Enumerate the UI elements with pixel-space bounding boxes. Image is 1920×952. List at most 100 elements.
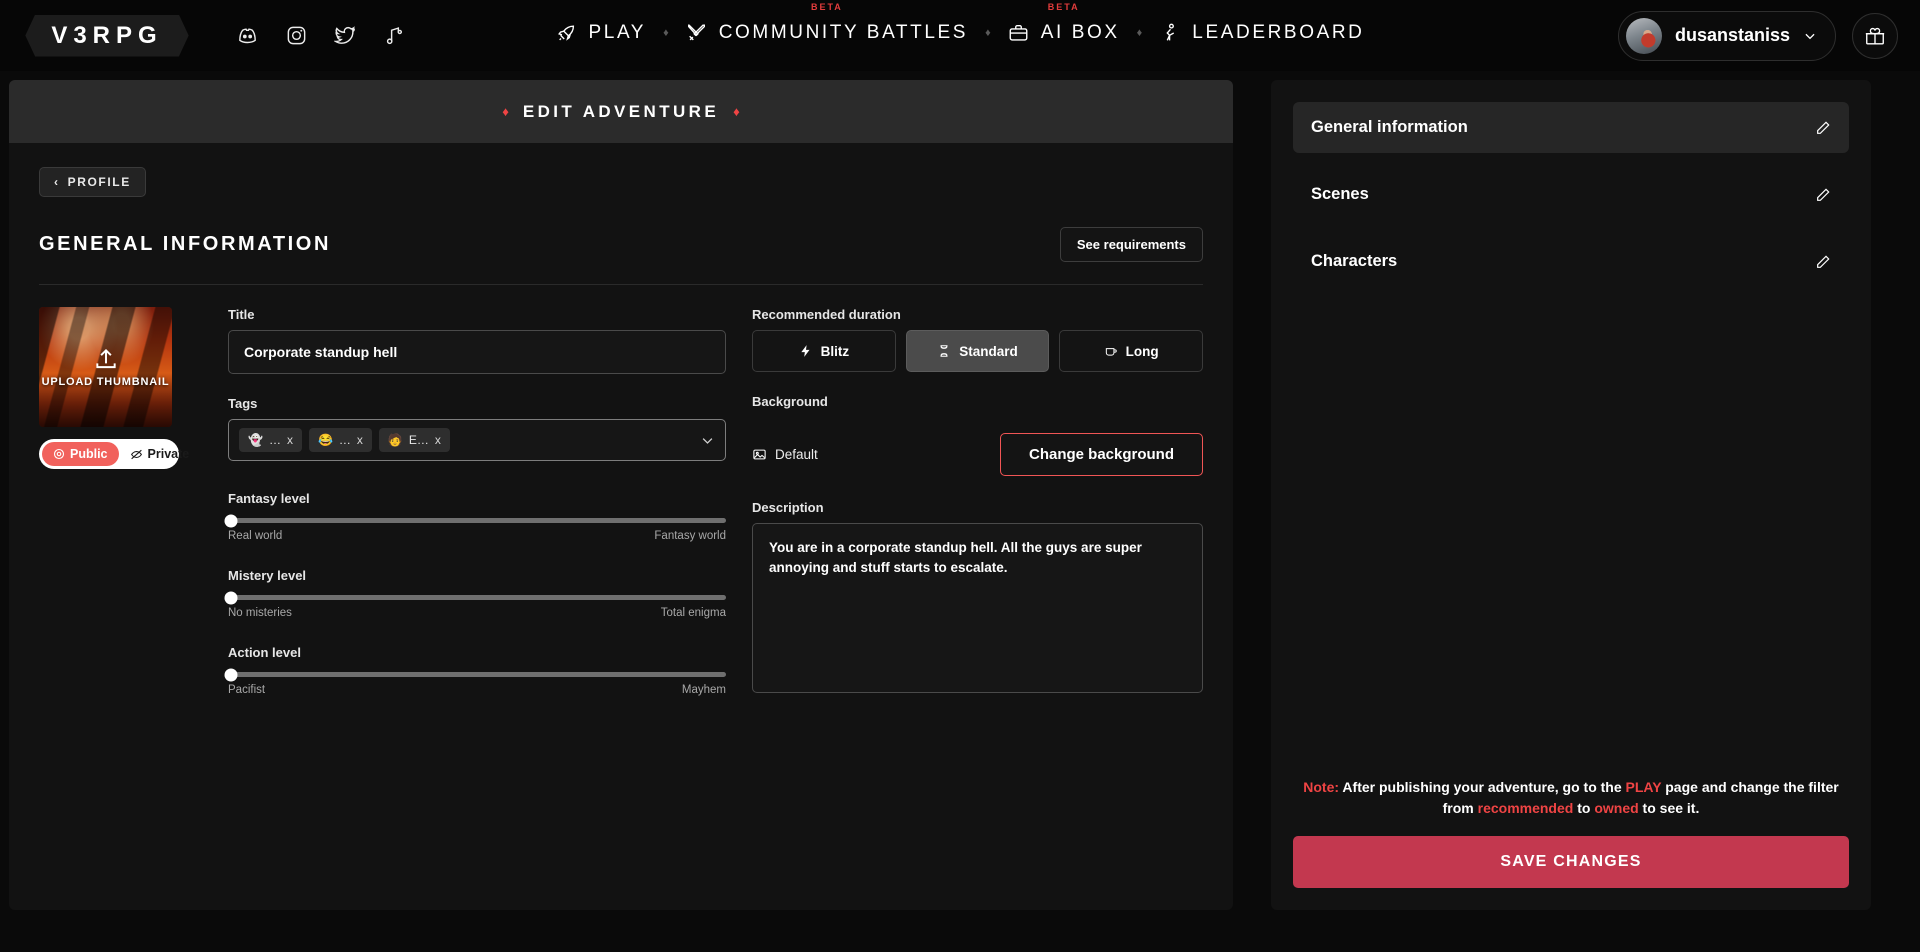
change-background-button[interactable]: Change background [1000,433,1203,476]
page-body: ♦ EDIT ADVENTURE ♦ ‹ PROFILE GENERAL INF… [0,71,1920,952]
duration-label-blitz: Blitz [821,344,850,359]
site-logo[interactable]: V3RPG [22,11,192,61]
diamond-left-icon: ♦ [502,104,509,119]
right-fields-column: Recommended duration Blitz Standard [752,307,1203,698]
avatar [1626,18,1662,54]
tag-label: E… [409,433,429,447]
description-textarea[interactable] [752,523,1203,693]
menu-item-community-battles[interactable]: BETA COMMUNITY BATTLES [683,22,971,44]
globe-icon [53,448,65,460]
tag-remove-icon[interactable]: x [287,433,293,447]
slider-endpoints: Real world Fantasy world [228,530,726,542]
chevron-down-icon[interactable] [700,433,715,448]
instagram-icon[interactable] [285,24,308,47]
slider-knob[interactable] [225,591,238,604]
tag-chip[interactable]: 👻 … x [239,428,302,452]
menu-separator: ♦ [985,27,991,39]
tags-select[interactable]: 👻 … x 😂 … x 🧑 E… x [228,419,726,461]
visibility-option-private[interactable]: Private [119,442,201,466]
note-text-1: After publishing your adventure, go to t… [1339,779,1626,795]
edit-pencil-icon[interactable] [1815,187,1831,203]
edit-adventure-card: ♦ EDIT ADVENTURE ♦ ‹ PROFILE GENERAL INF… [9,80,1233,910]
back-to-profile-button[interactable]: ‹ PROFILE [39,167,146,197]
slider-endpoints: Pacifist Mayhem [228,684,726,696]
tag-remove-icon[interactable]: x [435,433,441,447]
menu-beta-badge-community: BETA [811,2,843,12]
tag-label: … [269,433,281,447]
menu-item-play[interactable]: PLAY [553,22,650,44]
slider-mistery-level: Mistery level No misteries Total enigma [228,568,726,619]
visibility-option-public[interactable]: Public [42,442,119,466]
username-label: dusanstaniss [1675,25,1790,46]
menu-label-ai-box: AI BOX [1041,22,1120,44]
slider-max-label: Total enigma [661,607,726,619]
gift-icon [1864,25,1886,47]
step-characters[interactable]: Characters [1293,236,1849,287]
duration-label-standard: Standard [959,344,1018,359]
save-changes-button[interactable]: SAVE CHANGES [1293,836,1849,888]
chevron-left-icon: ‹ [54,175,60,189]
publish-note: Note: After publishing your adventure, g… [1293,777,1849,818]
menu-label-community-battles: COMMUNITY BATTLES [719,22,968,44]
title-input[interactable] [228,330,726,374]
edit-pencil-icon[interactable] [1815,254,1831,270]
background-row: Default Change background [752,433,1203,476]
duration-option-standard[interactable]: Standard [906,330,1050,372]
adventure-steps-panel: General information Scenes Characters No… [1271,80,1871,910]
slider-track[interactable] [228,672,726,677]
briefcase-icon [1008,22,1030,44]
tag-chip[interactable]: 🧑 E… x [379,428,450,452]
form-container: ‹ PROFILE GENERAL INFORMATION See requir… [9,143,1233,698]
gift-button[interactable] [1852,13,1898,59]
back-button-label: PROFILE [68,175,131,189]
tag-chip[interactable]: 😂 … x [309,428,372,452]
slider-max-label: Mayhem [682,684,726,696]
background-current-label: Default [775,447,818,462]
duration-label: Recommended duration [752,307,1203,322]
slider-track[interactable] [228,595,726,600]
slider-knob[interactable] [225,514,238,527]
slider-label: Action level [228,645,726,660]
visibility-toggle[interactable]: Public Private [39,439,179,469]
note-prefix: Note: [1303,779,1339,795]
upload-thumbnail[interactable]: UPLOAD THUMBNAIL [39,307,172,427]
edit-adventure-banner: ♦ EDIT ADVENTURE ♦ [9,80,1233,143]
slider-track[interactable] [228,518,726,523]
slider-label: Mistery level [228,568,726,583]
slider-min-label: Real world [228,530,282,542]
section-header: GENERAL INFORMATION See requirements [39,227,1203,262]
note-text-3: to [1573,800,1594,816]
edit-pencil-icon[interactable] [1815,120,1831,136]
note-owned: owned [1594,800,1638,816]
note-text-4: to see it. [1639,800,1700,816]
slider-knob[interactable] [225,668,238,681]
slider-min-label: No misteries [228,607,292,619]
hourglass-icon [937,344,951,358]
duration-label-long: Long [1126,344,1159,359]
menu-label-leaderboard: LEADERBOARD [1192,22,1364,44]
menu-item-ai-box[interactable]: BETA AI BOX [1005,22,1123,44]
step-general-information[interactable]: General information [1293,102,1849,153]
upload-thumbnail-label: UPLOAD THUMBNAIL [42,376,170,388]
see-requirements-button[interactable]: See requirements [1060,227,1203,262]
tiktok-music-icon[interactable] [383,24,406,47]
description-label: Description [752,500,1203,515]
menu-beta-badge-ai-box: BETA [1048,2,1080,12]
step-scenes[interactable]: Scenes [1293,169,1849,220]
tag-remove-icon[interactable]: x [357,433,363,447]
logo-text: V3RPG [25,15,188,57]
tag-label: … [339,433,351,447]
panel-spacer [1293,287,1849,777]
discord-icon[interactable] [236,24,259,47]
slider-label: Fantasy level [228,491,726,506]
visibility-public-label: Public [70,447,108,461]
banner-title: EDIT ADVENTURE [523,102,719,122]
form-grid: UPLOAD THUMBNAIL Public [39,285,1203,698]
coffee-icon [1104,344,1118,358]
menu-item-leaderboard[interactable]: LEADERBOARD [1156,22,1367,44]
user-menu-button[interactable]: dusanstaniss [1618,11,1836,61]
duration-option-long[interactable]: Long [1059,330,1203,372]
duration-option-blitz[interactable]: Blitz [752,330,896,372]
slider-endpoints: No misteries Total enigma [228,607,726,619]
twitter-icon[interactable] [334,24,357,47]
